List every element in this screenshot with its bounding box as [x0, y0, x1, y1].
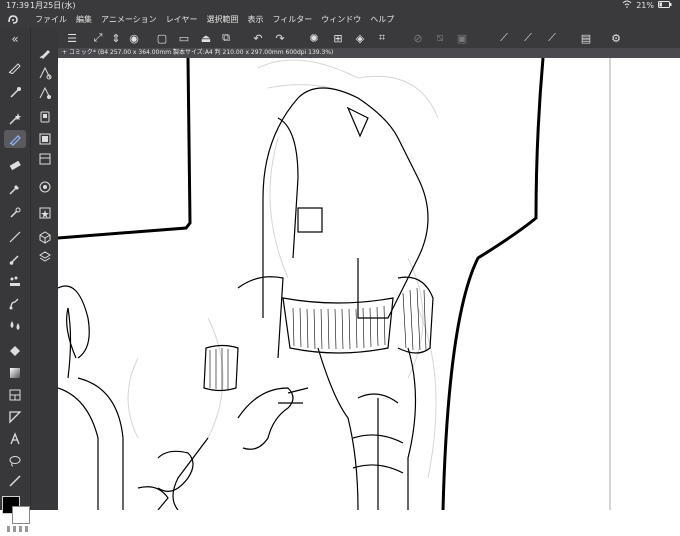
- pipette-icon[interactable]: [4, 180, 26, 198]
- subtool-layer-icon[interactable]: [35, 130, 55, 148]
- shape-icon[interactable]: [4, 408, 26, 426]
- fill-icon[interactable]: [4, 342, 26, 360]
- lasso-icon[interactable]: [4, 452, 26, 470]
- text-icon[interactable]: [4, 430, 26, 448]
- clear-icon[interactable]: ⊞: [330, 30, 346, 46]
- redo-icon[interactable]: ↷: [272, 30, 288, 46]
- wand-icon[interactable]: [4, 110, 26, 128]
- menu-edit[interactable]: 編集: [76, 12, 92, 28]
- ruler-snap-icon[interactable]: ⟋: [496, 30, 512, 46]
- brush-icon[interactable]: [4, 250, 26, 268]
- selection-icon[interactable]: ▣: [454, 30, 470, 46]
- menu-filter[interactable]: フィルター: [272, 12, 312, 28]
- pen-nib-icon[interactable]: [4, 130, 26, 148]
- date: 1月25日(水): [30, 1, 76, 10]
- eyedropper-icon[interactable]: [4, 84, 26, 102]
- droplets-icon[interactable]: [4, 316, 26, 334]
- sub-color[interactable]: [12, 506, 30, 524]
- eraser-icon[interactable]: [4, 156, 26, 174]
- invert-selection-icon[interactable]: ⧅: [432, 30, 448, 46]
- command-bar: ☰ ⤢ ⇕ ◉ ▢ ▭ ⏏ ⧉ ↶ ↷ ✺ ⊞ ◈ ⌗ ⊘ ⧅ ▣ ⟋ ⟋ ⟋ …: [58, 28, 680, 48]
- subtool-pen-a-icon[interactable]: [35, 64, 55, 82]
- clock: 17:39: [6, 1, 30, 10]
- settings-icon[interactable]: ⚙: [608, 30, 624, 46]
- chevron-updown-icon[interactable]: ⇕: [108, 30, 124, 46]
- drawing-canvas[interactable]: [58, 58, 680, 510]
- eye-icon[interactable]: ◉: [126, 30, 142, 46]
- line-art: [58, 58, 611, 510]
- menu-view[interactable]: 表示: [247, 12, 263, 28]
- menu-selection[interactable]: 選択範囲: [206, 12, 238, 28]
- subtool-panel-icon[interactable]: [35, 150, 55, 168]
- battery-percent: 21%: [636, 1, 654, 10]
- menu-icon[interactable]: ☰: [64, 30, 80, 46]
- decoration-icon[interactable]: [4, 272, 26, 290]
- color-swatch[interactable]: [2, 496, 30, 536]
- subtool-marker-icon[interactable]: [35, 108, 55, 126]
- pen-tool-icon[interactable]: [4, 58, 26, 76]
- save-icon[interactable]: ⏏: [198, 30, 214, 46]
- subtool-pen-b-icon[interactable]: [35, 84, 55, 102]
- fill-bucket-icon[interactable]: ◈: [352, 30, 368, 46]
- collapse-icon[interactable]: «: [4, 30, 26, 48]
- undo-icon[interactable]: ↶: [250, 30, 266, 46]
- crop-icon[interactable]: ⌗: [374, 30, 390, 46]
- wifi-icon: [622, 0, 632, 12]
- menu-window[interactable]: ウィンドウ: [321, 12, 361, 28]
- document-title: + コミック* (B4 257.00 x 364.00mm 製本サイズ:A4 判…: [62, 49, 334, 56]
- menu-file[interactable]: ファイル: [35, 12, 67, 28]
- transparent-color-icon[interactable]: [4, 526, 28, 532]
- subtool-3d-icon[interactable]: [35, 228, 55, 246]
- menu-layer[interactable]: レイヤー: [166, 12, 198, 28]
- blend-icon[interactable]: [4, 204, 26, 222]
- status-bar: 17:39 1月25日(水) 21%: [0, 0, 680, 12]
- loading-icon[interactable]: ✺: [306, 30, 322, 46]
- ruler-snap-2-icon[interactable]: ⟋: [520, 30, 536, 46]
- ruler-snap-3-icon[interactable]: ⟋: [544, 30, 560, 46]
- ruler-icon[interactable]: [4, 472, 26, 490]
- app-logo-icon[interactable]: [7, 14, 19, 26]
- subtool-material-icon[interactable]: [35, 204, 55, 222]
- menu-animation[interactable]: アニメーション: [101, 12, 157, 28]
- document-tab[interactable]: + コミック* (B4 257.00 x 364.00mm 製本サイズ:A4 判…: [58, 48, 680, 58]
- tool-palette: «: [0, 28, 30, 532]
- line-tool-icon[interactable]: [4, 228, 26, 246]
- battery-icon: [658, 0, 672, 12]
- menu-bar: ファイル 編集 アニメーション レイヤー 選択範囲 表示 フィルター ウィンドウ…: [0, 12, 680, 28]
- deselect-icon[interactable]: ⊘: [410, 30, 426, 46]
- layers-icon[interactable]: ⧉: [218, 30, 234, 46]
- gradient-icon[interactable]: [4, 364, 26, 382]
- menu-help[interactable]: ヘルプ: [370, 12, 394, 28]
- subtool-navigator-icon[interactable]: [35, 178, 55, 196]
- frame-icon[interactable]: [4, 386, 26, 404]
- blend-hand-icon[interactable]: [4, 294, 26, 312]
- subtool-layers-icon[interactable]: [35, 248, 55, 266]
- expand-icon[interactable]: ⤢: [90, 30, 106, 46]
- open-folder-icon[interactable]: ▭: [176, 30, 192, 46]
- subtool-pen-icon[interactable]: [35, 44, 55, 62]
- new-page-icon[interactable]: ▢: [154, 30, 170, 46]
- clipboard-icon[interactable]: ▤: [578, 30, 594, 46]
- subtool-palette: [30, 28, 59, 510]
